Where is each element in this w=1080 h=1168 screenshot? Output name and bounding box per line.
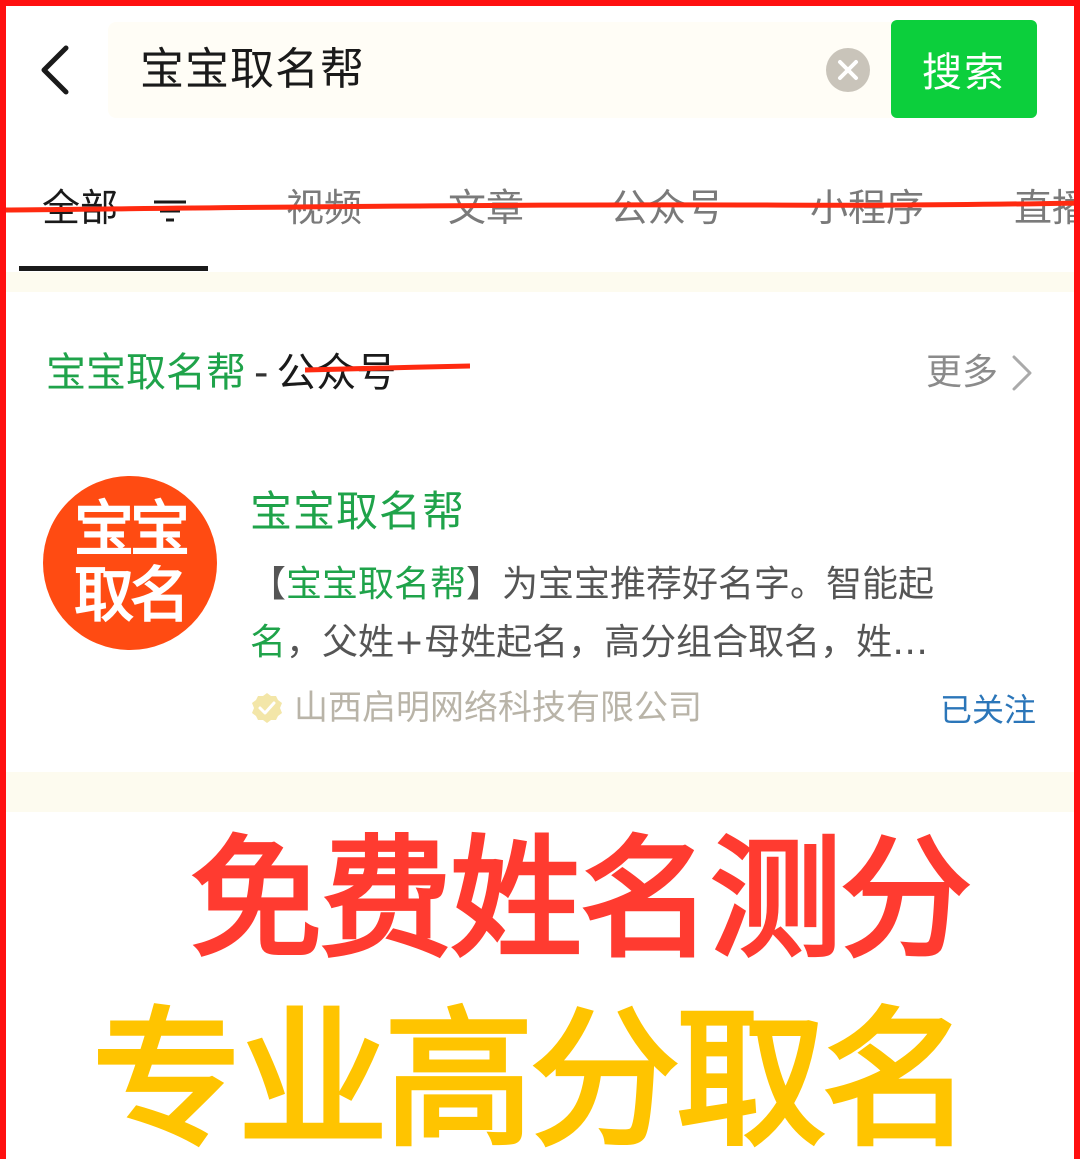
search-button[interactable]: 搜索 bbox=[891, 20, 1037, 118]
section-title-dash: - bbox=[254, 350, 269, 396]
description-bracket: 【 bbox=[250, 564, 287, 605]
chevron-right-icon[interactable] bbox=[1010, 354, 1034, 392]
account-avatar[interactable]: 宝宝 取名 bbox=[43, 476, 217, 650]
more-link[interactable]: 更多 bbox=[926, 346, 998, 400]
tab-active-indicator bbox=[19, 266, 208, 271]
account-company: 山西启明网络科技有限公司 bbox=[250, 684, 702, 732]
clear-search-button[interactable] bbox=[826, 48, 870, 92]
promo-subheadline: 专业高分取名 bbox=[91, 994, 972, 1168]
description-text: 】为宝宝推荐好名字。智能起 bbox=[466, 564, 935, 605]
avatar-text-line2: 取名 bbox=[74, 561, 190, 631]
chevron-left-icon bbox=[41, 45, 69, 95]
account-name[interactable]: 宝宝取名帮 bbox=[250, 484, 465, 540]
back-button[interactable] bbox=[30, 40, 80, 100]
search-input[interactable]: 宝宝取名帮 bbox=[140, 38, 365, 102]
promo-headline: 免费姓名测分 bbox=[190, 823, 972, 977]
verified-badge-icon bbox=[252, 693, 282, 723]
red-strike-annotation bbox=[305, 363, 470, 373]
close-icon bbox=[838, 60, 858, 80]
description-text: ，父姓+母姓起名，高分组合取名，姓… bbox=[286, 622, 929, 663]
description-highlight: 宝宝取名帮 bbox=[286, 564, 467, 605]
description-line1: 【宝宝取名帮】为宝宝推荐好名字。智能起 bbox=[250, 556, 1040, 614]
account-description: 【宝宝取名帮】为宝宝推荐好名字。智能起 名，父姓+母姓起名，高分组合取名，姓… bbox=[250, 556, 1040, 672]
description-highlight: 名 bbox=[250, 622, 287, 663]
red-strike-annotation bbox=[6, 200, 1080, 213]
avatar-text-line1: 宝宝 bbox=[74, 495, 190, 565]
section-title-name: 宝宝取名帮 bbox=[46, 350, 246, 396]
follow-status[interactable]: 已关注 bbox=[940, 688, 1036, 732]
company-name: 山西启明网络科技有限公司 bbox=[294, 688, 702, 728]
description-line2: 名，父姓+母姓起名，高分组合取名，姓… bbox=[250, 614, 1040, 672]
section-divider bbox=[6, 772, 1074, 812]
section-divider bbox=[6, 272, 1074, 292]
